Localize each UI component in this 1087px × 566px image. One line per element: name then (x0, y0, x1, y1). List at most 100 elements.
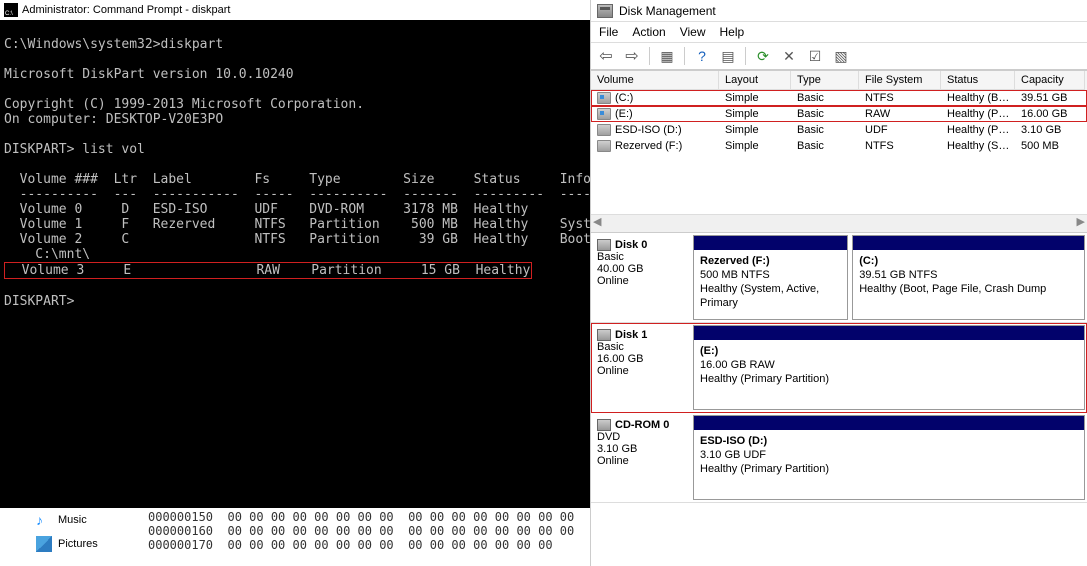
menu-file[interactable]: File (599, 25, 618, 39)
partition-stripe (694, 236, 847, 250)
delete-button[interactable]: ✕ (778, 45, 800, 67)
disk-name: Disk 1 (615, 329, 647, 341)
nav-music[interactable]: ♪ Music (36, 512, 138, 528)
nav-label: Music (58, 514, 87, 526)
volume-row[interactable]: (C:)SimpleBasicNTFSHealthy (B…39.51 GB (591, 90, 1087, 106)
col-filesystem[interactable]: File System (859, 71, 941, 90)
disk-type: Basic (597, 341, 689, 353)
partition-size: 39.51 GB NTFS (859, 268, 1078, 282)
partition-stripe (853, 236, 1084, 250)
partition-stripe (694, 416, 1084, 430)
disk-partitions: ESD-ISO (D:)3.10 GB UDFHealthy (Primary … (693, 415, 1085, 500)
help-button[interactable]: ? (691, 45, 713, 67)
cmd-output[interactable]: C:\Windows\system32>diskpart Microsoft D… (0, 20, 620, 326)
partition-size: 500 MB NTFS (700, 268, 841, 282)
vol-layout: Simple (719, 138, 791, 154)
disk-header: CD-ROM 0DVD3.10 GBOnline (593, 415, 693, 500)
cmd-line: Volume 1 F Rezerved NTFS Partition 500 M… (4, 217, 607, 232)
disk-management-window[interactable]: Disk Management File Action View Help ⇦ … (590, 0, 1087, 566)
cmd-line: On computer: DESKTOP-V20E3PO (4, 112, 223, 127)
cmd-title: Administrator: Command Prompt - diskpart (22, 0, 230, 20)
dm-titlebar: Disk Management (591, 0, 1087, 22)
partition-label: Rezerved (F:) (700, 254, 841, 268)
dm-volume-list[interactable]: Volume Layout Type File System Status Ca… (591, 70, 1087, 232)
partition-info: Rezerved (F:)500 MB NTFSHealthy (System,… (694, 250, 847, 319)
col-status[interactable]: Status (941, 71, 1015, 90)
vol-name: (E:) (615, 108, 633, 120)
volume-row[interactable]: (E:)SimpleBasicRAWHealthy (P…16.00 GB (591, 106, 1087, 122)
col-type[interactable]: Type (791, 71, 859, 90)
volume-row[interactable]: Rezerved (F:)SimpleBasicNTFSHealthy (S…5… (591, 138, 1087, 154)
disk-size: 3.10 GB (597, 443, 689, 455)
partition-status: Healthy (Primary Partition) (700, 372, 1078, 386)
vol-name: Rezerved (F:) (615, 140, 682, 152)
partition-label: (C:) (859, 254, 1078, 268)
vol-layout: Simple (719, 106, 791, 122)
menu-view[interactable]: View (680, 25, 706, 39)
partition-status: Healthy (Primary Partition) (700, 462, 1078, 476)
cmd-highlighted-line: Volume 3 E RAW Partition 15 GB Healthy (4, 262, 532, 279)
partition-box[interactable]: (E:)16.00 GB RAWHealthy (Primary Partiti… (693, 325, 1085, 410)
disk-status: Online (597, 275, 689, 287)
partition-status: Healthy (System, Active, Primary (700, 282, 841, 310)
hex-line: 000000150 00 00 00 00 00 00 00 00 00 00 … (148, 510, 574, 524)
disk-header: Disk 1Basic16.00 GBOnline (593, 325, 693, 410)
disk-partitions: Rezerved (F:)500 MB NTFSHealthy (System,… (693, 235, 1085, 320)
explorer-fragment: ♪ Music Pictures 000000150 00 00 00 00 0… (18, 508, 588, 566)
volume-row[interactable]: ESD-ISO (D:)SimpleBasicUDFHealthy (P…3.1… (591, 122, 1087, 138)
partition-label: ESD-ISO (D:) (700, 434, 1078, 448)
cmd-line: C:\Windows\system32>diskpart (4, 37, 223, 52)
vol-status: Healthy (P… (941, 106, 1015, 122)
options-button[interactable]: ▧ (830, 45, 852, 67)
vol-layout: Simple (719, 122, 791, 138)
vol-filesystem: RAW (859, 106, 941, 122)
disk-row[interactable]: Disk 0Basic40.00 GBOnlineRezerved (F:)50… (591, 233, 1087, 323)
disk-row[interactable]: CD-ROM 0DVD3.10 GBOnlineESD-ISO (D:)3.10… (591, 413, 1087, 503)
back-button[interactable]: ⇦ (595, 45, 617, 67)
vol-filesystem: NTFS (859, 90, 941, 106)
disk-icon (597, 329, 611, 341)
partition-box[interactable]: (C:)39.51 GB NTFSHealthy (Boot, Page Fil… (852, 235, 1085, 320)
menu-help[interactable]: Help (720, 25, 745, 39)
partition-stripe (694, 326, 1084, 340)
menu-action[interactable]: Action (632, 25, 665, 39)
disk-name: CD-ROM 0 (615, 419, 669, 431)
volume-icon (597, 108, 611, 120)
volume-icon (597, 124, 611, 136)
vol-capacity: 500 MB (1015, 138, 1085, 154)
col-capacity[interactable]: Capacity (1015, 71, 1085, 90)
cmd-line: Microsoft DiskPart version 10.0.10240 (4, 67, 294, 82)
refresh-button[interactable]: ⟳ (752, 45, 774, 67)
partition-box[interactable]: Rezerved (F:)500 MB NTFSHealthy (System,… (693, 235, 848, 320)
dm-column-headers: Volume Layout Type File System Status Ca… (591, 71, 1087, 90)
vol-type: Basic (791, 122, 859, 138)
vol-capacity: 16.00 GB (1015, 106, 1085, 122)
toolbar-separator (649, 47, 650, 65)
properties-button[interactable]: ▤ (717, 45, 739, 67)
partition-label: (E:) (700, 344, 1078, 358)
col-volume[interactable]: Volume (591, 71, 719, 90)
cmd-line: Volume 2 C NTFS Partition 39 GB Healthy … (4, 232, 591, 247)
vol-capacity: 39.51 GB (1015, 90, 1085, 106)
command-prompt-window[interactable]: Administrator: Command Prompt - diskpart… (0, 0, 620, 508)
cmd-prompt[interactable]: DISKPART> (4, 294, 74, 309)
dm-toolbar: ⇦ ⇨ ▦ ? ▤ ⟳ ✕ ☑ ▧ (591, 42, 1087, 70)
disk-row[interactable]: Disk 1Basic16.00 GBOnline(E:)16.00 GB RA… (591, 323, 1087, 413)
vol-layout: Simple (719, 90, 791, 106)
hex-line: 000000170 00 00 00 00 00 00 00 00 00 00 … (148, 538, 553, 552)
disk-size: 40.00 GB (597, 263, 689, 275)
settings-button[interactable]: ☑ (804, 45, 826, 67)
partition-box[interactable]: ESD-ISO (D:)3.10 GB UDFHealthy (Primary … (693, 415, 1085, 500)
partition-size: 3.10 GB UDF (700, 448, 1078, 462)
nav-pictures[interactable]: Pictures (36, 536, 138, 552)
forward-button[interactable]: ⇨ (621, 45, 643, 67)
cmd-line: Copyright (C) 1999-2013 Microsoft Corpor… (4, 97, 364, 112)
horizontal-scrollbar[interactable]: ◀▶ (591, 214, 1087, 232)
dm-disk-graph[interactable]: Disk 0Basic40.00 GBOnlineRezerved (F:)50… (591, 232, 1087, 503)
col-layout[interactable]: Layout (719, 71, 791, 90)
disk-partitions: (E:)16.00 GB RAWHealthy (Primary Partiti… (693, 325, 1085, 410)
disk-type: DVD (597, 431, 689, 443)
volume-icon (597, 92, 611, 104)
vol-filesystem: UDF (859, 122, 941, 138)
show-hide-tree-button[interactable]: ▦ (656, 45, 678, 67)
